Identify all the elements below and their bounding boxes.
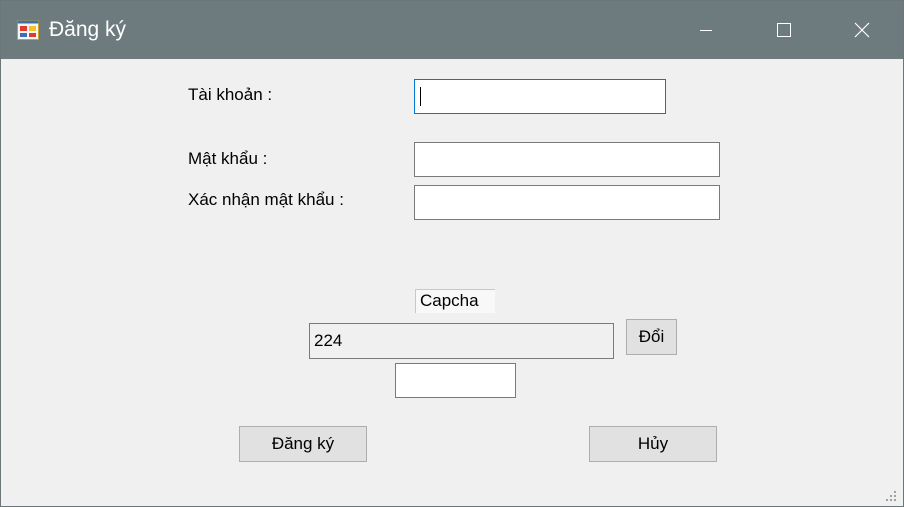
confirm-password-input[interactable] [414,185,720,220]
username-label: Tài khoản : [188,85,273,104]
password-label: Mật khẩu : [188,149,268,168]
text-caret [420,87,421,106]
register-button[interactable]: Đăng ký [239,426,367,462]
captcha-input[interactable] [395,363,516,398]
refresh-captcha-button[interactable]: Đổi [626,319,677,355]
maximize-button[interactable] [745,1,823,59]
minimize-button[interactable] [667,1,745,59]
confirm-password-label: Xác nhận mật khẩu : [188,190,344,209]
maximize-icon [777,23,791,37]
username-input[interactable] [414,79,666,114]
captcha-label: Capcha [415,289,495,313]
password-input[interactable] [414,142,720,177]
cancel-button[interactable]: Hủy [589,426,717,462]
captcha-value: 224 [314,331,343,350]
title-bar[interactable]: Đăng ký [1,1,903,59]
close-icon [854,22,870,38]
window-title: Đăng ký [49,18,127,41]
register-window: Đăng ký Tài khoản : Mật khẩu : Xác nhận … [0,0,904,507]
minimize-icon [700,30,712,31]
resize-grip-icon[interactable] [882,487,898,503]
close-button[interactable] [823,1,901,59]
captcha-display: 224 [309,323,614,359]
app-form-icon [17,20,39,40]
